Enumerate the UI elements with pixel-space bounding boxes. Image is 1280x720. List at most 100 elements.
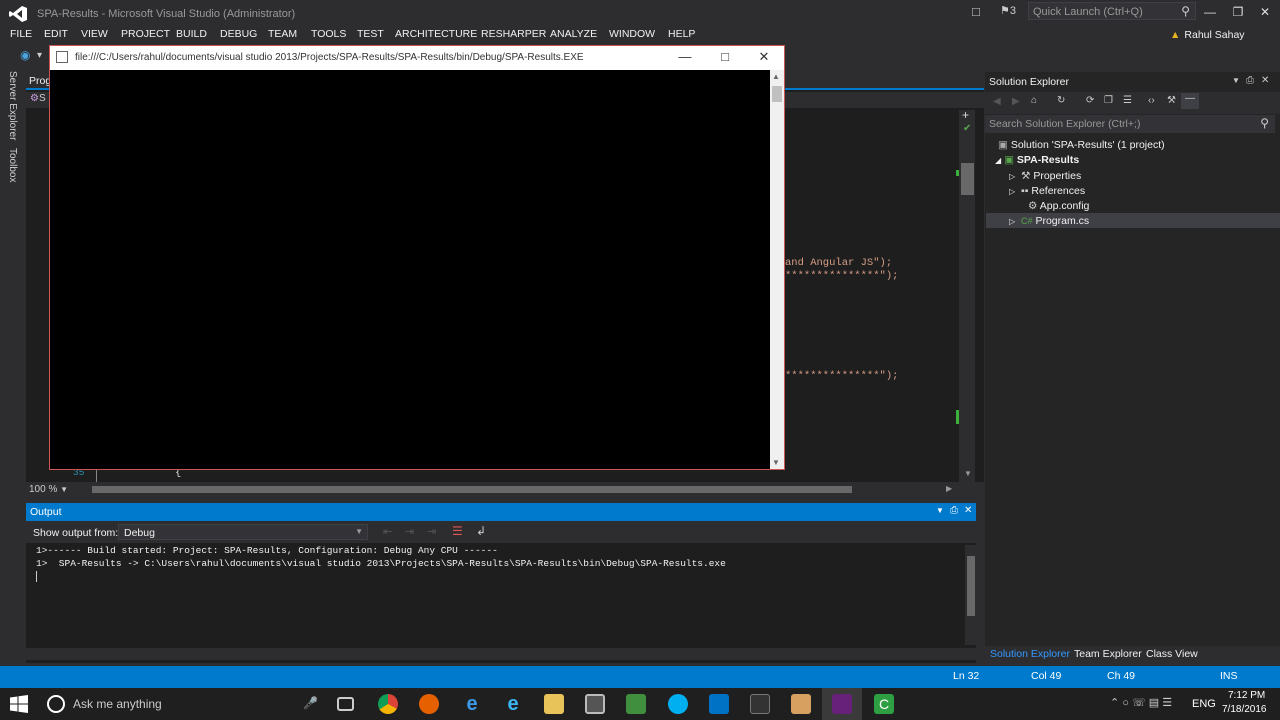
microphone-icon[interactable]: 🎤 bbox=[303, 696, 318, 710]
clock-time[interactable]: 7:12 PM bbox=[1228, 690, 1265, 701]
se-back-icon[interactable]: ◀ bbox=[993, 96, 1001, 107]
refresh-icon[interactable]: ⟳ bbox=[1086, 95, 1094, 106]
menu-window[interactable]: WINDOW bbox=[609, 28, 655, 40]
sync-icon[interactable]: ↻ bbox=[1057, 95, 1065, 106]
solution-explorer-search[interactable]: Search Solution Explorer (Ctrl+;) ⚲ bbox=[985, 115, 1275, 133]
pin-icon[interactable]: ⎙ bbox=[950, 505, 958, 516]
quick-launch-input[interactable]: Quick Launch (Ctrl+Q) ⚲ bbox=[1028, 2, 1196, 20]
menu-tools[interactable]: TOOLS bbox=[311, 28, 346, 40]
taskbar-search-box[interactable]: Ask me anything bbox=[73, 697, 162, 711]
editor-scroll-thumb[interactable] bbox=[961, 163, 974, 195]
menu-build[interactable]: BUILD bbox=[176, 28, 207, 40]
se-options-icon[interactable]: ▼ bbox=[1232, 76, 1240, 85]
menu-analyze[interactable]: ANALYZE bbox=[550, 28, 597, 40]
menu-view[interactable]: VIEW bbox=[81, 28, 108, 40]
output-close-icon[interactable]: ✕ bbox=[964, 505, 972, 516]
language-indicator[interactable]: ENG bbox=[1192, 698, 1216, 710]
menu-team[interactable]: TEAM bbox=[268, 28, 297, 40]
zoom-dropdown[interactable]: 100 % ▼ bbox=[29, 484, 68, 495]
visual-studio-taskbar-icon[interactable] bbox=[832, 694, 852, 714]
task-view-icon[interactable] bbox=[337, 697, 354, 711]
maximize-button[interactable]: ❐ bbox=[1228, 5, 1248, 19]
tree-item-references[interactable]: ▷ ▪▪ References bbox=[1009, 185, 1085, 197]
windows-start-icon[interactable] bbox=[10, 695, 28, 713]
se-forward-icon[interactable]: ▶ bbox=[1012, 96, 1020, 107]
output-options-icon[interactable]: ▼ bbox=[936, 506, 944, 515]
clear-all-icon[interactable]: ☰ bbox=[452, 524, 463, 538]
feedback-flag-icon[interactable]: ⚑3 bbox=[1000, 4, 1016, 17]
notifications-icon[interactable]: □ bbox=[972, 4, 980, 19]
scroll-down-icon[interactable]: ▼ bbox=[964, 469, 972, 478]
console-maximize-button[interactable]: □ bbox=[710, 49, 740, 64]
output-source-select[interactable]: Debug ▼ bbox=[118, 524, 368, 540]
file-explorer-icon[interactable] bbox=[544, 694, 564, 714]
cortana-icon[interactable] bbox=[47, 695, 65, 713]
split-editor-icon[interactable]: + bbox=[962, 108, 969, 122]
tab-solution-explorer[interactable]: Solution Explorer bbox=[990, 648, 1070, 660]
find-previous-icon[interactable]: ⇤ bbox=[383, 525, 392, 538]
edge-icon[interactable]: e bbox=[462, 694, 482, 714]
console-scroll-thumb[interactable] bbox=[772, 86, 782, 102]
preview-selected-icon[interactable]: — bbox=[1181, 93, 1199, 109]
output-horizontal-scrollbar[interactable] bbox=[26, 648, 976, 660]
tree-item-app-config[interactable]: ⚙ App.config bbox=[1028, 200, 1089, 212]
camtasia-recorder-icon[interactable]: C bbox=[874, 694, 894, 714]
output-scroll-thumb[interactable] bbox=[967, 556, 975, 616]
menu-resharper[interactable]: RESHARPER bbox=[481, 28, 546, 40]
kindle-icon[interactable] bbox=[750, 694, 770, 714]
menu-file[interactable]: FILE bbox=[10, 28, 32, 40]
back-icon[interactable]: ◉ bbox=[20, 48, 30, 62]
scroll-right-icon[interactable]: ▶ bbox=[946, 484, 952, 493]
menu-test[interactable]: TEST bbox=[357, 28, 384, 40]
server-explorer-tab[interactable]: Server Explorer bbox=[7, 71, 18, 140]
tab-program-cs[interactable]: Prog bbox=[29, 75, 51, 87]
collapse-all-icon[interactable]: ❐ bbox=[1104, 95, 1113, 106]
editor-horizontal-scroll-thumb[interactable] bbox=[92, 486, 852, 493]
chrome-icon[interactable] bbox=[378, 694, 398, 714]
properties-wrench-icon[interactable]: ⚒ bbox=[1167, 95, 1176, 106]
minimize-button[interactable]: — bbox=[1200, 5, 1220, 19]
store-icon[interactable] bbox=[585, 694, 605, 714]
console-minimize-button[interactable]: — bbox=[670, 49, 700, 64]
console-scroll-up-icon[interactable]: ▲ bbox=[772, 72, 780, 81]
camtasia-icon[interactable] bbox=[626, 694, 646, 714]
se-pin-icon[interactable]: ⎙ bbox=[1246, 75, 1254, 86]
menu-edit[interactable]: EDIT bbox=[44, 28, 68, 40]
console-path: file:///C:/Users/rahul/documents/visual … bbox=[75, 52, 584, 63]
toolbox-tab[interactable]: Toolbox bbox=[7, 148, 18, 182]
se-close-icon[interactable]: ✕ bbox=[1261, 75, 1269, 86]
navigation-dropdown[interactable]: ⚙S bbox=[30, 93, 46, 104]
tree-project[interactable]: ◢ ▣ SPA-Results bbox=[995, 154, 1079, 166]
tree-item-label: Properties bbox=[1033, 170, 1082, 182]
console-window[interactable]: file:///C:/Users/rahul/documents/visual … bbox=[49, 45, 785, 470]
system-tray-icons[interactable]: ⌃ ○ ☏ ▤ ☰ bbox=[1110, 696, 1172, 709]
menu-project[interactable]: PROJECT bbox=[121, 28, 170, 40]
view-code-icon[interactable]: ‹› bbox=[1148, 95, 1155, 106]
menu-debug[interactable]: DEBUG bbox=[220, 28, 257, 40]
outlook-icon[interactable] bbox=[709, 694, 729, 714]
go-to-next-icon[interactable]: ⇥ bbox=[427, 525, 436, 538]
show-all-files-icon[interactable]: ☰ bbox=[1123, 95, 1132, 106]
dropdown-arrow-icon[interactable]: ▾ bbox=[37, 50, 42, 61]
user-account[interactable]: ▲ Rahul Sahay bbox=[1170, 29, 1245, 41]
firefox-icon[interactable] bbox=[419, 694, 439, 714]
close-button[interactable]: ✕ bbox=[1255, 5, 1275, 19]
menu-architecture[interactable]: ARCHITECTURE bbox=[395, 28, 477, 40]
clock-date[interactable]: 7/18/2016 bbox=[1222, 704, 1267, 715]
menu-help[interactable]: HELP bbox=[668, 28, 695, 40]
find-next-icon[interactable]: ⇥ bbox=[405, 525, 414, 538]
console-scroll-down-icon[interactable]: ▼ bbox=[772, 458, 780, 467]
console-close-button[interactable]: ✕ bbox=[749, 49, 779, 65]
app-icon[interactable] bbox=[791, 694, 811, 714]
tab-class-view[interactable]: Class View bbox=[1146, 648, 1198, 660]
skype-icon[interactable] bbox=[668, 694, 688, 714]
tab-team-explorer[interactable]: Team Explorer bbox=[1074, 648, 1142, 660]
word-wrap-icon[interactable]: ↲ bbox=[476, 524, 486, 538]
internet-explorer-icon[interactable]: e bbox=[503, 694, 523, 714]
console-scrollbar[interactable] bbox=[770, 70, 784, 469]
code-string-fragment: ***************"); bbox=[785, 270, 899, 282]
home-icon[interactable]: ⌂ bbox=[1031, 95, 1037, 106]
tree-item-properties[interactable]: ▷ ⚒ Properties bbox=[1009, 170, 1081, 182]
tree-solution[interactable]: ▣ Solution 'SPA-Results' (1 project) bbox=[998, 139, 1165, 151]
tree-item-program-cs[interactable]: ▷ C# Program.cs bbox=[1009, 215, 1089, 227]
